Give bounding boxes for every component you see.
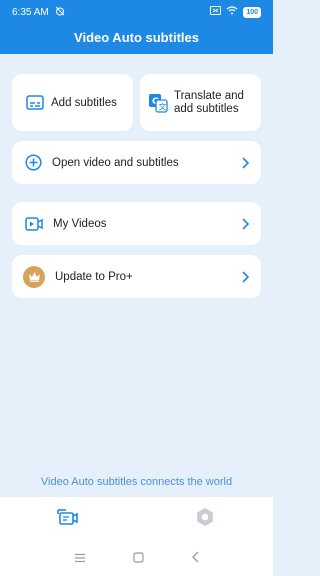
chevron-right-icon (242, 156, 249, 169)
back-icon[interactable] (191, 550, 199, 568)
battery-indicator: 100 (243, 6, 261, 18)
open-video-subtitles-row[interactable]: Open video and subtitles (12, 141, 261, 184)
screen-cast-icon (210, 6, 222, 18)
add-subtitles-label: Add subtitles (51, 96, 117, 109)
plus-circle-icon (25, 154, 42, 171)
recents-menu-icon[interactable] (74, 550, 86, 568)
bottom-nav (0, 497, 273, 542)
home-square-icon[interactable] (133, 550, 144, 568)
crown-icon (23, 265, 45, 288)
translate-icon: G文 (148, 93, 168, 113)
nav-home-tab[interactable] (0, 497, 137, 542)
page-title: Video Auto subtitles (74, 30, 199, 45)
open-video-label: Open video and subtitles (52, 156, 179, 169)
chevron-right-icon (242, 217, 249, 230)
translate-subtitles-card[interactable]: G文 Translate and add subtitles (140, 74, 261, 131)
gear-icon (195, 507, 215, 532)
nav-settings-tab[interactable] (137, 497, 274, 542)
app-header: 6:35 AM 100 Video Auto subtitles (0, 0, 273, 54)
video-camera-icon (57, 508, 79, 531)
translate-label: Translate and add subtitles (174, 90, 244, 116)
add-subtitles-card[interactable]: Add subtitles (12, 74, 133, 131)
translate-label-line1: Translate and (174, 89, 244, 102)
system-nav-bar (0, 542, 273, 576)
update-pro-label: Update to Pro+ (55, 270, 133, 283)
status-bar: 6:35 AM 100 (0, 0, 273, 24)
subtitles-icon (26, 95, 44, 110)
status-time: 6:35 AM (12, 6, 49, 18)
svg-text:文: 文 (159, 101, 167, 111)
tagline: Video Auto subtitles connects the world (40, 476, 233, 488)
translate-label-line2: add subtitles (174, 102, 239, 115)
update-pro-row[interactable]: Update to Pro+ (12, 255, 261, 298)
chevron-right-icon (242, 270, 249, 283)
video-icon (25, 216, 43, 231)
wifi-icon (226, 6, 238, 18)
my-videos-row[interactable]: My Videos (12, 202, 261, 245)
alarm-off-icon (55, 6, 65, 19)
my-videos-label: My Videos (53, 217, 107, 230)
